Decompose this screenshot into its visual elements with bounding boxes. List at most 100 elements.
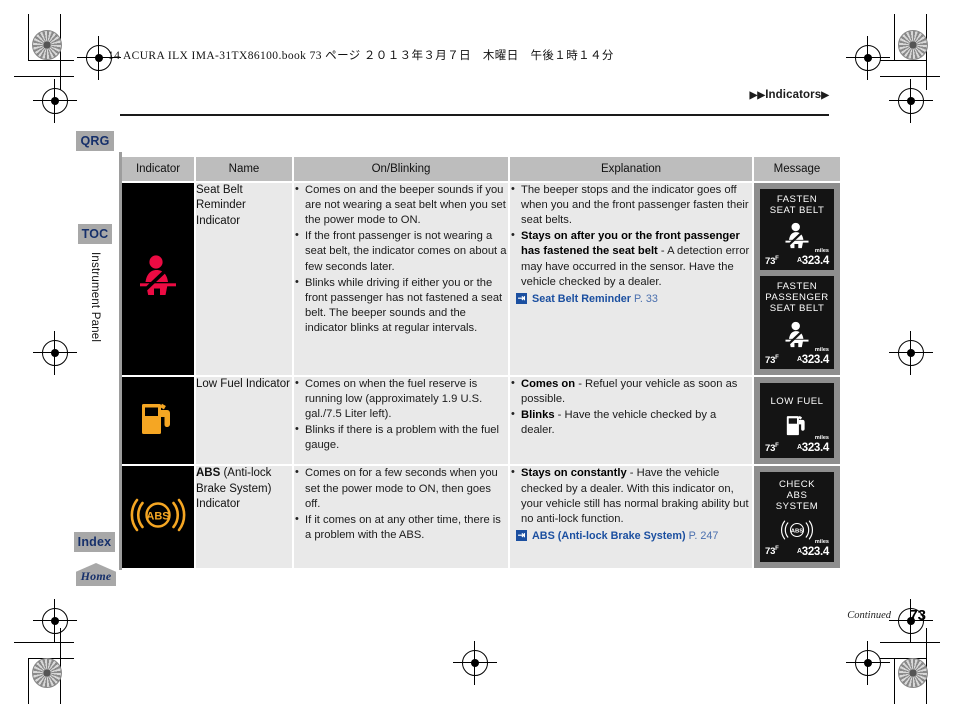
indicators-table: Indicator Name On/Blinking Explanation M…: [120, 155, 842, 570]
cross-reference-page: P. 247: [688, 529, 719, 542]
svg-text:ABS: ABS: [791, 528, 804, 534]
list-item: Blinks while driving if either you or th…: [294, 275, 508, 336]
sidebar-tab-qrg-label: QRG: [80, 134, 110, 148]
sidebar-tab-toc[interactable]: TOC: [78, 224, 112, 244]
table-header-row: Indicator Name On/Blinking Explanation M…: [122, 157, 840, 181]
cross-reference-link[interactable]: ⇥ ABS (Anti-lock Brake System) P. 247: [510, 529, 752, 543]
cross-reference-title: Seat Belt Reminder: [532, 292, 632, 305]
sidebar-tab-qrg[interactable]: QRG: [76, 131, 114, 151]
registration-target-icon: [462, 650, 488, 676]
message-display: CHECK ABS SYSTEM ABS 73F A323.4 miles: [760, 472, 834, 562]
display-temperature: 73F: [765, 256, 779, 268]
list-item: If the front passenger is not wearing a …: [294, 228, 508, 274]
list-item: Blinks - Have the vehicle checked by a d…: [510, 407, 752, 438]
registration-target-icon: [42, 608, 68, 634]
registration-target-icon: [898, 88, 924, 114]
column-header-indicator: Indicator: [122, 157, 194, 181]
header-rule: [120, 114, 829, 116]
column-header-name: Name: [196, 157, 292, 181]
message-cell: LOW FUEL 73F A323.4 miles: [754, 376, 840, 465]
on-blinking-cell: Comes on when the fuel reserve is runnin…: [294, 376, 508, 465]
running-header: ▶▶Indicators▶: [750, 89, 829, 101]
print-job-header: 14 ACURA ILX IMA-31TX86100.book 73 ページ ２…: [108, 50, 614, 62]
list-item: Stays on constantly - Have the vehicle c…: [510, 465, 752, 526]
sidebar-tab-home-label: Home: [80, 569, 112, 583]
sidebar-tab-home[interactable]: Home: [76, 563, 116, 586]
table-row: ABS ABS (Anti-lock Brake System) Indicat…: [122, 465, 840, 568]
on-blinking-cell: Comes on for a few seconds when you set …: [294, 465, 508, 568]
display-odometer: A323.4 miles: [796, 538, 829, 558]
on-blinking-cell: Comes on and the beeper sounds if you ar…: [294, 182, 508, 375]
color-density-patch: [898, 658, 928, 688]
registration-target-icon: [42, 88, 68, 114]
continued-label: Continued: [847, 610, 891, 621]
registration-target-icon: [42, 340, 68, 366]
jump-arrow-icon: ⇥: [516, 529, 527, 541]
list-item: Blinks if there is a problem with the fu…: [294, 422, 508, 453]
name-cell: Low Fuel Indicator: [196, 376, 292, 465]
indicator-name: ABS (Anti-lock Brake System) Indicator: [196, 466, 292, 512]
display-odometer: A323.4 miles: [796, 435, 829, 455]
column-header-on-blinking: On/Blinking: [294, 157, 508, 181]
jump-arrow-icon: ⇥: [516, 292, 527, 304]
list-item: Comes on - Refuel your vehicle as soon a…: [510, 376, 752, 407]
arrow-icon: ▶: [821, 90, 829, 101]
display-line: SEAT BELT: [769, 302, 825, 314]
message-display: FASTEN PASSENGER SEAT BELT 73F A323.4 mi…: [760, 276, 834, 369]
explanation-lead: Blinks: [521, 408, 555, 421]
display-odometer: A323.4 miles: [796, 248, 829, 268]
explanation-cell: The beeper stops and the indicator goes …: [510, 182, 752, 375]
list-item: Comes on and the beeper sounds if you ar…: [294, 182, 508, 228]
explanation-lead: Comes on: [521, 377, 576, 390]
indicator-name: Seat Belt Reminder Indicator: [196, 184, 246, 227]
message-display: FASTEN SEAT BELT 73F A323.4 miles: [760, 189, 834, 271]
display-line: SEAT BELT: [769, 204, 825, 216]
indicator-name-abbrev: ABS: [196, 467, 221, 480]
display-odometer: A323.4 miles: [796, 346, 829, 366]
column-header-message: Message: [754, 157, 840, 181]
sidebar-tab-toc-label: TOC: [81, 227, 109, 241]
display-temperature: 73F: [765, 546, 779, 558]
section-label: Instrument Panel: [89, 252, 101, 343]
column-header-explanation: Explanation: [510, 157, 752, 181]
color-density-patch: [32, 658, 62, 688]
low-fuel-icon: [142, 403, 170, 435]
name-cell: Seat Belt Reminder Indicator: [196, 183, 292, 375]
indicator-name: Low Fuel Indicator: [196, 377, 290, 390]
running-header-label: Indicators: [765, 89, 822, 101]
list-item: The beeper stops and the indicator goes …: [510, 182, 752, 228]
list-item: Comes on when the fuel reserve is runnin…: [294, 376, 508, 422]
sidebar-tab-index[interactable]: Index: [74, 532, 115, 552]
table-row: Seat Belt Reminder Indicator Comes on an…: [122, 182, 840, 375]
cross-reference-link[interactable]: ⇥ Seat Belt Reminder P. 33: [510, 292, 752, 306]
explanation-text: The beeper stops and the indicator goes …: [521, 184, 749, 227]
registration-target-icon: [898, 340, 924, 366]
color-density-patch: [898, 30, 928, 60]
list-item: Stays on after you or the front passenge…: [510, 228, 752, 289]
table-row: Low Fuel Indicator Comes on when the fue…: [122, 376, 840, 465]
display-line: SYSTEM: [775, 500, 819, 512]
color-density-patch: [32, 30, 62, 60]
registration-target-icon: [855, 650, 881, 676]
name-cell: ABS (Anti-lock Brake System) Indicator: [196, 466, 292, 568]
sidebar-tab-index-label: Index: [77, 535, 112, 549]
indicator-cell: ABS: [122, 466, 194, 568]
list-item: Comes on for a few seconds when you set …: [294, 465, 508, 511]
message-display: LOW FUEL 73F A323.4 miles: [760, 382, 834, 459]
double-arrow-icon: ▶▶: [749, 90, 766, 101]
abs-icon: ABS: [130, 498, 186, 531]
display-temperature: 73F: [765, 443, 779, 455]
message-cell: FASTEN SEAT BELT 73F A323.4 miles FASTEN…: [754, 183, 840, 375]
page-number: 73: [909, 607, 926, 624]
indicator-cell: [122, 183, 194, 375]
seat-belt-reminder-icon: [140, 255, 176, 296]
message-cell: CHECK ABS SYSTEM ABS 73F A323.4 miles: [754, 466, 840, 568]
list-item: If it comes on at any other time, there …: [294, 512, 508, 543]
cross-reference-page: P. 33: [634, 292, 658, 305]
explanation-cell: Comes on - Refuel your vehicle as soon a…: [510, 376, 752, 465]
svg-text:ABS: ABS: [146, 510, 169, 522]
explanation-cell: Stays on constantly - Have the vehicle c…: [510, 465, 752, 568]
display-temperature: 73F: [765, 354, 779, 366]
explanation-lead: Stays on constantly: [521, 467, 627, 480]
indicator-cell: [122, 376, 194, 465]
